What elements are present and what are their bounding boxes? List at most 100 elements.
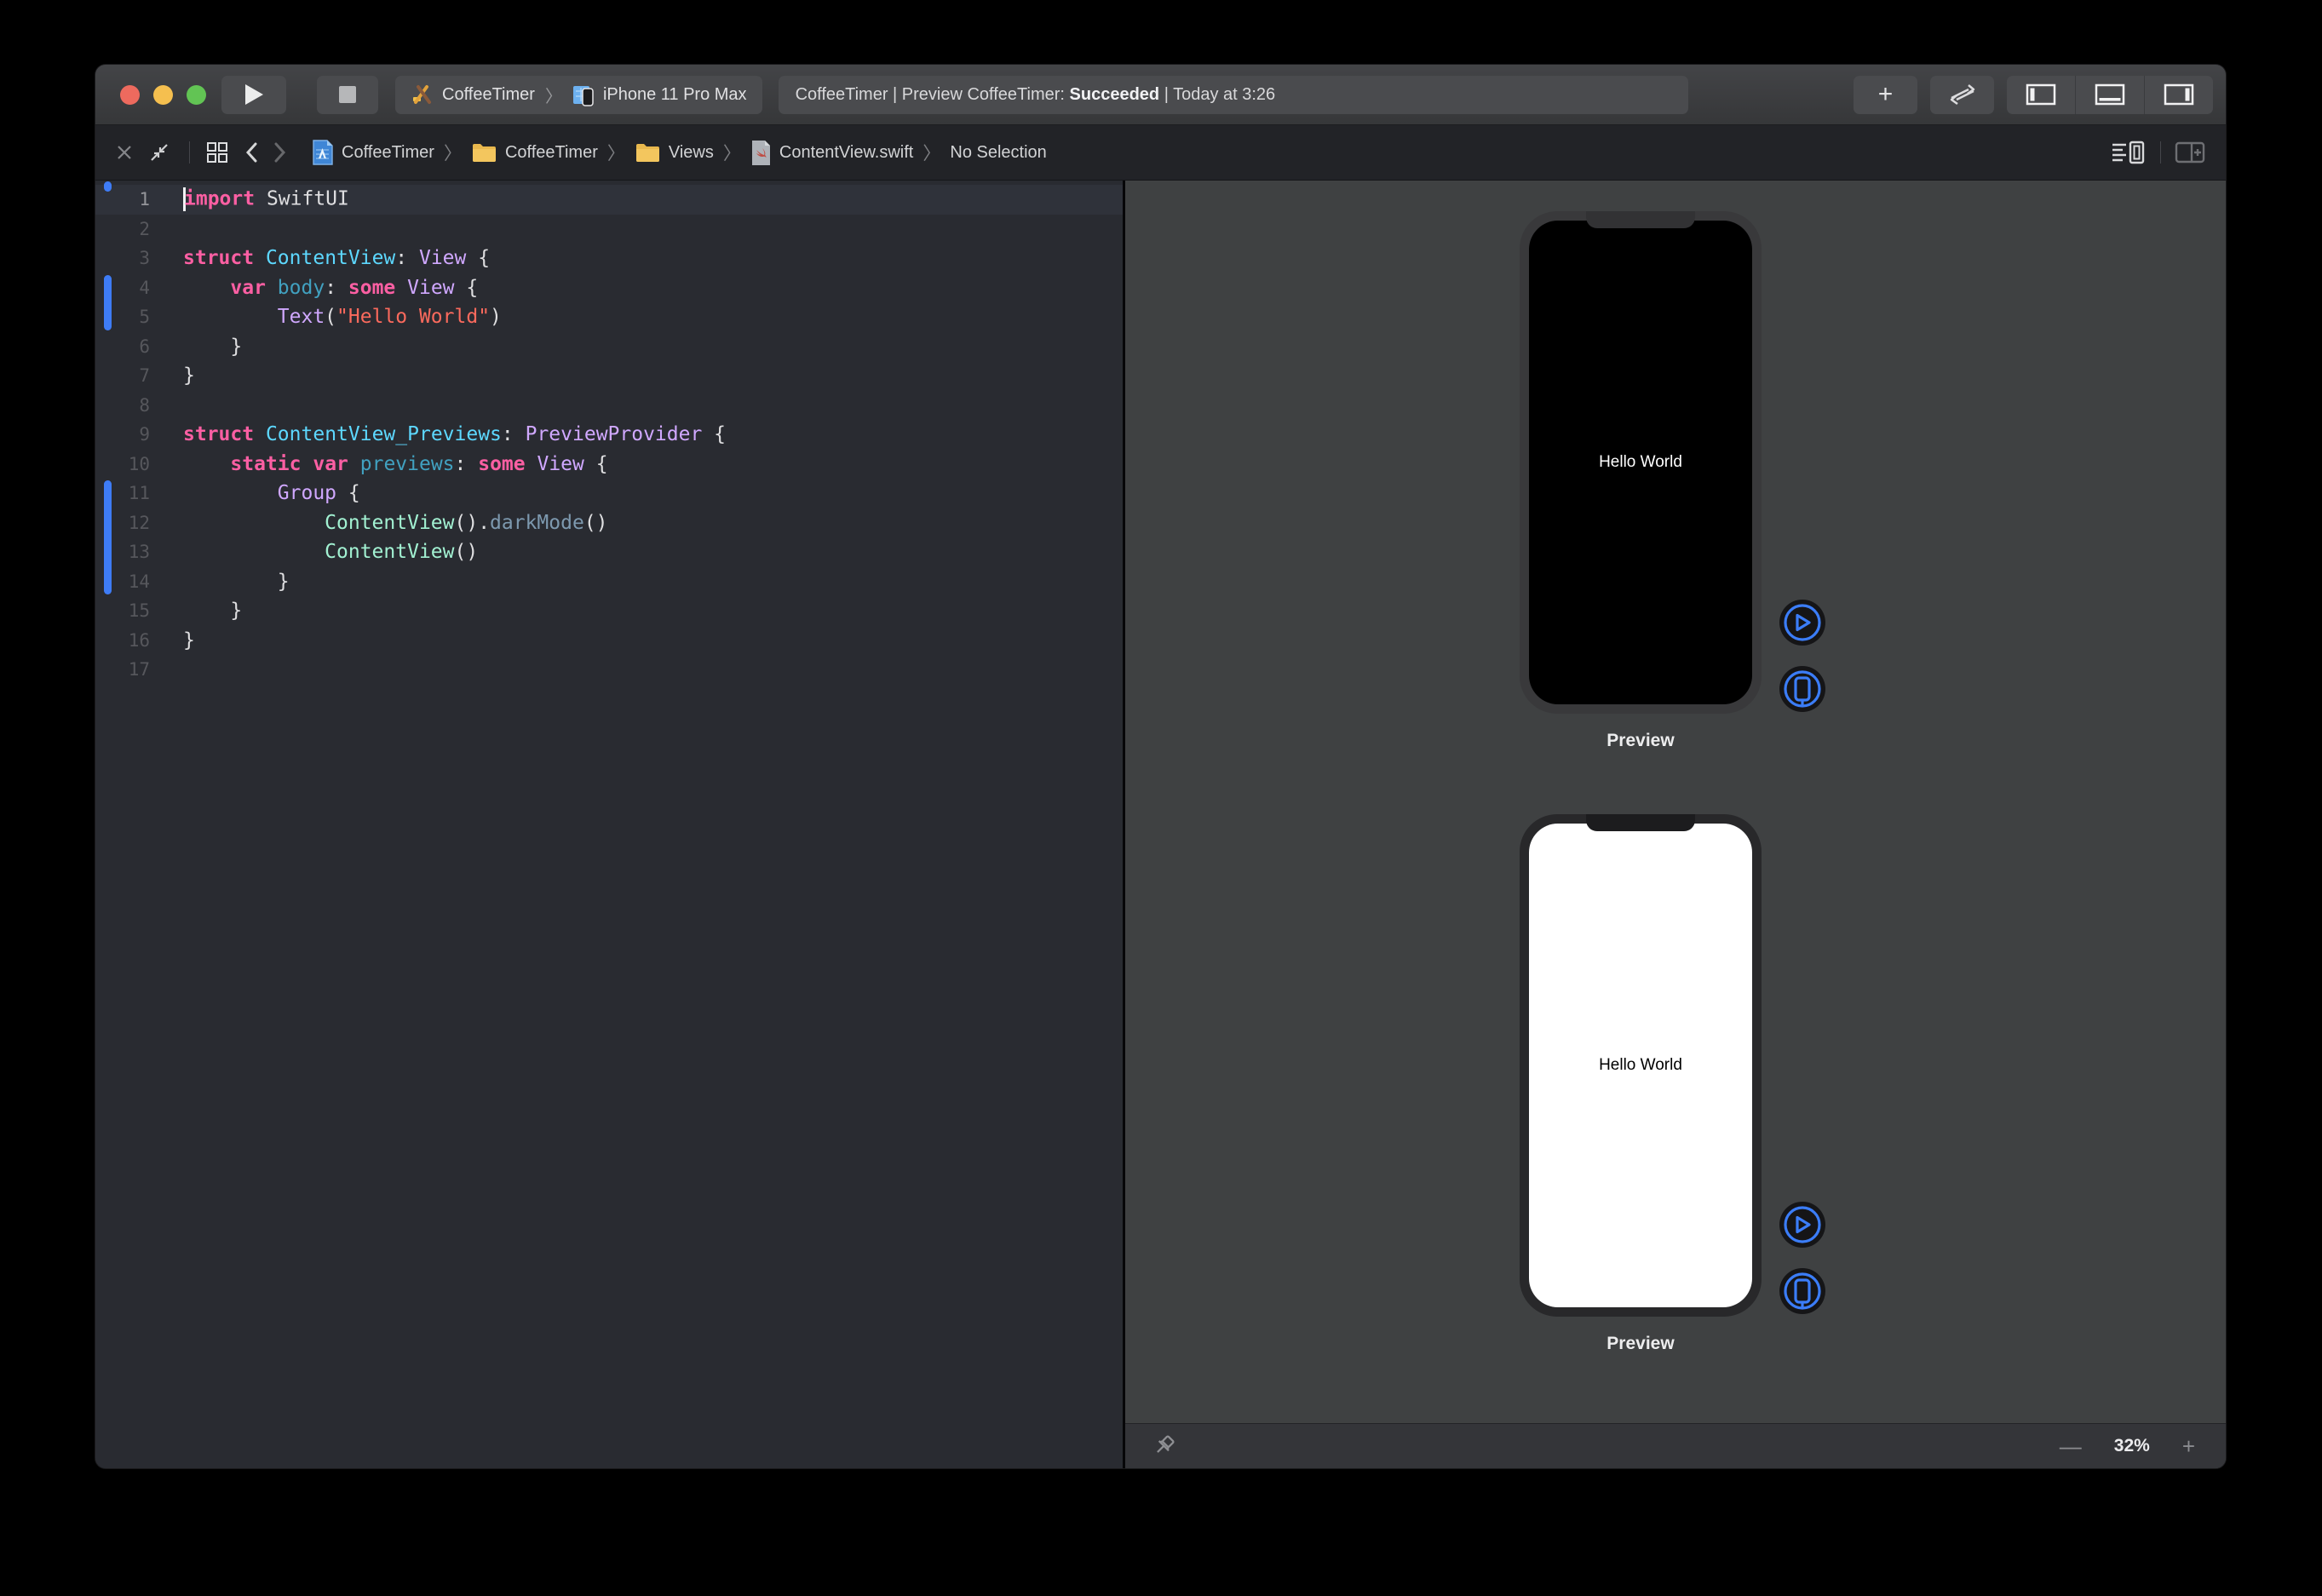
code-text: var body: some View { (167, 277, 478, 299)
back-button[interactable] (244, 142, 258, 163)
code-text: static var previews: some View { (167, 453, 608, 475)
device-icon (572, 83, 595, 106)
live-preview-button[interactable] (1779, 600, 1825, 646)
editor-area: 1import SwiftUI 2 3struct ContentView: Vie… (95, 181, 2226, 1468)
close-editor-button[interactable] (116, 144, 133, 161)
breadcrumb-label: Views (669, 143, 714, 163)
code-line-2[interactable]: 2 (95, 215, 1123, 244)
preview-canvas: — 32% + Hello WorldPreviewHello WorldPre… (1125, 181, 2226, 1468)
code-text: ContentView() (167, 541, 478, 563)
preview-on-device-button[interactable] (1779, 666, 1825, 712)
add-icon: + (1878, 82, 1894, 107)
run-button[interactable] (221, 76, 286, 114)
minimize-editor-button[interactable] (148, 141, 170, 164)
code-line-6[interactable]: 6 } (95, 332, 1123, 362)
pin-icon (1149, 1432, 1178, 1461)
toggle-inspector-button[interactable] (2144, 76, 2213, 114)
stop-button[interactable] (317, 76, 378, 114)
minimize-window-button[interactable] (153, 85, 173, 105)
code-line-15[interactable]: 15 } (95, 596, 1123, 626)
code-line-4[interactable]: 4 var body: some View { (95, 273, 1123, 303)
code-line-13[interactable]: 13 ContentView() (95, 537, 1123, 567)
line-number[interactable]: 6 (95, 336, 167, 357)
breadcrumb-item-coffeetimer[interactable]: CoffeeTimer (471, 142, 598, 164)
xcode-window: CoffeeTimer 〉 iPhone 11 Pro Max CoffeeTi… (95, 65, 2226, 1468)
code-line-8[interactable]: 8 (95, 391, 1123, 421)
swap-editors-icon (1948, 83, 1977, 106)
phone-screen: Hello World (1529, 221, 1752, 704)
preview-phone-dark[interactable]: Hello World (1520, 211, 1762, 714)
line-number[interactable]: 9 (95, 424, 167, 445)
pin-preview-button[interactable] (1149, 1432, 1178, 1461)
window-controls (120, 85, 206, 105)
preview-label: Preview (1520, 1334, 1762, 1354)
line-number[interactable]: 10 (95, 454, 167, 474)
toggle-navigator-button[interactable] (2007, 76, 2075, 114)
jump-bar: CoffeeTimer〉CoffeeTimer〉Views〉ContentVie… (95, 125, 2226, 181)
code-line-7[interactable]: 7} (95, 361, 1123, 391)
preview-on-device-button[interactable] (1779, 1268, 1825, 1314)
breadcrumb-item-contentview-swift[interactable]: ContentView.swift (750, 140, 914, 166)
swift-file-icon (750, 140, 772, 166)
line-number[interactable]: 8 (95, 395, 167, 416)
code-line-14[interactable]: 14 } (95, 567, 1123, 597)
folder-icon (635, 142, 661, 164)
preview-phone-light[interactable]: Hello World (1520, 814, 1762, 1317)
line-number[interactable]: 3 (95, 248, 167, 268)
jumpbar-divider (189, 141, 190, 164)
live-preview-button[interactable] (1779, 1202, 1825, 1248)
toolbar: CoffeeTimer 〉 iPhone 11 Pro Max CoffeeTi… (95, 65, 2226, 125)
code-text: Text("Hello World") (167, 306, 502, 328)
breadcrumb-item-views[interactable]: Views (635, 142, 714, 164)
code-line-3[interactable]: 3struct ContentView: View { (95, 244, 1123, 273)
code-text: } (167, 629, 195, 652)
related-items-button[interactable] (205, 141, 229, 164)
breadcrumb-separator: 〉 (922, 140, 940, 165)
close-window-button[interactable] (120, 85, 140, 105)
code-line-12[interactable]: 12 ContentView().darkMode() (95, 508, 1123, 538)
code-line-16[interactable]: 16} (95, 626, 1123, 656)
scheme-separator: 〉 (545, 83, 562, 107)
code-line-5[interactable]: 5 Text("Hello World") (95, 302, 1123, 332)
line-number[interactable]: 15 (95, 600, 167, 621)
zoom-level: 32% (2114, 1436, 2150, 1456)
line-number[interactable]: 1 (95, 189, 167, 210)
zoom-out-button[interactable]: — (2060, 1435, 2082, 1457)
scheme-project-label: CoffeeTimer (442, 85, 535, 105)
editor-options-icon (2111, 140, 2147, 165)
breadcrumb-label: CoffeeTimer (505, 143, 598, 163)
scheme-selector[interactable]: CoffeeTimer 〉 iPhone 11 Pro Max (395, 76, 762, 114)
library-add-button[interactable]: + (1854, 76, 1917, 114)
zoom-window-button[interactable] (187, 85, 206, 105)
minimize-icon (148, 141, 170, 164)
code-line-11[interactable]: 11 Group { (95, 479, 1123, 508)
preview-on-device-icon (1781, 668, 1824, 710)
code-line-10[interactable]: 10 static var previews: some View { (95, 450, 1123, 479)
line-number[interactable]: 17 (95, 659, 167, 680)
code-line-1[interactable]: 1import SwiftUI (95, 185, 1123, 215)
forward-button[interactable] (273, 142, 287, 163)
line-number[interactable]: 16 (95, 630, 167, 651)
zoom-in-button[interactable]: + (2182, 1435, 2195, 1457)
breadcrumb-item-coffeetimer[interactable]: CoffeeTimer (311, 140, 434, 166)
line-number[interactable]: 7 (95, 365, 167, 386)
project-icon (311, 140, 334, 166)
close-icon (116, 144, 133, 161)
line-number[interactable]: 2 (95, 219, 167, 239)
toggle-debug-area-button[interactable] (2075, 76, 2144, 114)
code-line-17[interactable]: 17 (95, 655, 1123, 685)
related-items-icon (205, 141, 229, 164)
add-editor-button[interactable] (2175, 141, 2207, 164)
breadcrumb-separator: 〉 (723, 140, 741, 165)
live-preview-play-icon (1781, 601, 1824, 644)
phone-notch (1586, 814, 1695, 831)
source-editor[interactable]: 1import SwiftUI 2 3struct ContentView: Vie… (95, 181, 1123, 1468)
swap-editors-button[interactable] (1930, 76, 1994, 114)
panel-toggle-group (2007, 76, 2213, 114)
editor-options-button[interactable] (2111, 140, 2147, 165)
zoom-controls: — 32% + (2060, 1435, 2226, 1457)
code-line-9[interactable]: 9struct ContentView_Previews: PreviewPro… (95, 420, 1123, 450)
activity-status-bar[interactable]: CoffeeTimer | Preview CoffeeTimer: Succe… (779, 76, 1688, 114)
breadcrumb-label: ContentView.swift (779, 143, 914, 163)
breadcrumb-item-no-selection[interactable]: No Selection (950, 143, 1046, 163)
